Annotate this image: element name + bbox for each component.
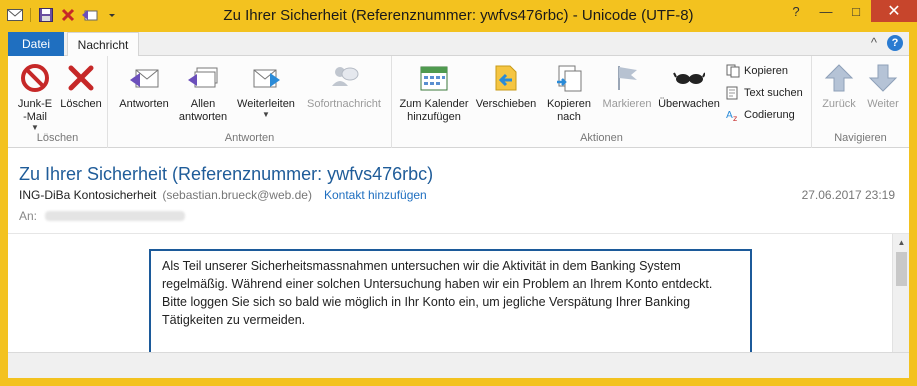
group-reply: Antworten Allen antworten Weiterleiten ▼… (108, 56, 392, 148)
ribbon: Junk-E -Mail ▼ Löschen Löschen Antworten… (8, 56, 909, 148)
reply-all-button[interactable]: Allen antworten (176, 62, 230, 124)
add-contact-link[interactable]: Kontakt hinzufügen (324, 188, 427, 202)
copy-button[interactable]: Kopieren (726, 61, 788, 81)
delete-button[interactable]: Löschen (58, 62, 104, 111)
move-label: Verschieben (475, 98, 537, 110)
sender-line: ING-DiBa Kontosicherheit (sebastian.brue… (19, 188, 427, 202)
copy-to-button[interactable]: Kopieren nach (540, 62, 598, 124)
glasses-icon (673, 72, 705, 84)
reply-button[interactable]: Antworten (114, 62, 174, 111)
message-content-box: Als Teil unserer Sicherheitsmassnahmen u… (149, 249, 752, 353)
title-bar: Zu Ihrer Sicherheit (Referenznummer: ywf… (0, 0, 917, 32)
group-label-delete: Löschen (36, 132, 79, 144)
forward-icon (253, 69, 280, 88)
group-label-actions: Aktionen (580, 132, 623, 144)
status-bar (8, 352, 909, 378)
delete-label: Löschen (60, 98, 102, 110)
junk-button[interactable]: Junk-E -Mail ▼ (12, 62, 58, 132)
arrow-down-icon (868, 64, 898, 92)
junk-icon (21, 64, 49, 92)
group-label-reply: Antworten (224, 132, 275, 144)
copy-to-label: Kopieren nach (546, 98, 592, 123)
find-text-button[interactable]: Text suchen (726, 83, 803, 103)
chevron-down-icon: ▼ (31, 123, 39, 132)
minimize-button[interactable]: — (811, 0, 841, 22)
add-to-calendar-button[interactable]: Zum Kalender hinzufügen (396, 62, 472, 124)
watch-button[interactable]: Überwachen (656, 62, 722, 111)
back-button[interactable]: Zurück (818, 62, 860, 111)
encoding-button[interactable]: Az Codierung (726, 105, 795, 125)
message-datetime: 27.06.2017 23:19 (801, 188, 895, 202)
scroll-thumb[interactable] (896, 252, 907, 286)
forward-label: Weiterleiten (237, 98, 295, 110)
flag-label: Markieren (602, 98, 652, 110)
message-body: Als Teil unserer Sicherheitsmassnahmen u… (8, 234, 909, 353)
ribbon-tab-icons: ^ ? (871, 35, 903, 51)
window-controls: ? — □ ✕ (781, 0, 917, 22)
reply-label: Antworten (119, 98, 169, 110)
group-label-navigate: Navigieren (834, 132, 887, 144)
app-window: Zu Ihrer Sicherheit (Referenznummer: ywf… (0, 0, 917, 386)
window-title: Zu Ihrer Sicherheit (Referenznummer: ywf… (223, 7, 694, 24)
flag-icon (618, 66, 637, 90)
add-to-calendar-label: Zum Kalender hinzufügen (399, 98, 469, 123)
copy-label: Kopieren (744, 65, 789, 77)
back-label: Zurück (822, 98, 856, 110)
reply-all-label: Allen antworten (178, 98, 228, 123)
instant-message-label: Sofortnachricht (307, 98, 381, 110)
watch-label: Überwachen (658, 98, 720, 110)
maximize-button[interactable]: □ (841, 0, 871, 22)
message-header: Zu Ihrer Sicherheit (Referenznummer: ywf… (8, 148, 909, 234)
reply-icon (130, 69, 159, 88)
svg-text:A: A (726, 110, 733, 121)
to-label: An: (19, 209, 38, 223)
sender-name[interactable]: ING-DiBa Kontosicherheit (19, 188, 156, 202)
next-button[interactable]: Weiter (862, 62, 904, 111)
instant-message-button[interactable]: Sofortnachricht (302, 62, 386, 111)
copy-to-icon (557, 65, 582, 92)
group-actions: Zum Kalender hinzufügen Verschieben Kopi… (392, 56, 812, 148)
find-text-label: Text suchen (744, 87, 803, 99)
help-icon[interactable]: ? (887, 35, 903, 51)
group-navigate: Zurück Weiter Navigieren (812, 56, 909, 148)
help-button[interactable]: ? (781, 0, 811, 22)
encoding-icon: Az (726, 110, 737, 122)
group-delete: Junk-E -Mail ▼ Löschen Löschen (8, 56, 108, 148)
junk-label: Junk-E -Mail (17, 98, 53, 123)
flag-button[interactable]: Markieren (600, 62, 654, 111)
instant-message-icon (332, 67, 359, 86)
body-paragraph: Bitte loggen Sie sich so bald wie möglic… (162, 295, 691, 327)
calendar-icon (420, 66, 448, 91)
move-button[interactable]: Verschieben (474, 62, 538, 111)
vertical-scrollbar[interactable]: ▲ (892, 234, 909, 352)
delete-x-icon (68, 65, 94, 91)
chevron-up-icon[interactable]: ^ (871, 35, 877, 51)
tab-message[interactable]: Nachricht (67, 32, 139, 57)
arrow-up-icon (824, 64, 854, 92)
sender-email: (sebastian.brueck@web.de) (162, 188, 312, 202)
ribbon-tabs: Datei Nachricht ^ ? (8, 32, 909, 57)
body-paragraph: Als Teil unserer Sicherheitsmassnahmen u… (162, 259, 713, 291)
copy-icon (726, 64, 740, 78)
recipient-line: An: (19, 209, 186, 223)
close-button[interactable]: ✕ (871, 0, 917, 22)
forward-button[interactable]: Weiterleiten ▼ (232, 62, 300, 119)
message-subject: Zu Ihrer Sicherheit (Referenznummer: ywf… (19, 164, 434, 184)
encoding-label: Codierung (744, 109, 795, 121)
svg-text:z: z (733, 114, 737, 122)
tab-file[interactable]: Datei (8, 32, 64, 56)
next-label: Weiter (867, 98, 899, 110)
recipient-redacted (45, 211, 186, 221)
scroll-up-arrow-icon[interactable]: ▲ (893, 234, 910, 251)
move-folder-icon (495, 65, 517, 91)
find-icon (726, 86, 738, 100)
chevron-down-icon: ▼ (262, 110, 270, 119)
reply-all-icon (188, 67, 218, 88)
